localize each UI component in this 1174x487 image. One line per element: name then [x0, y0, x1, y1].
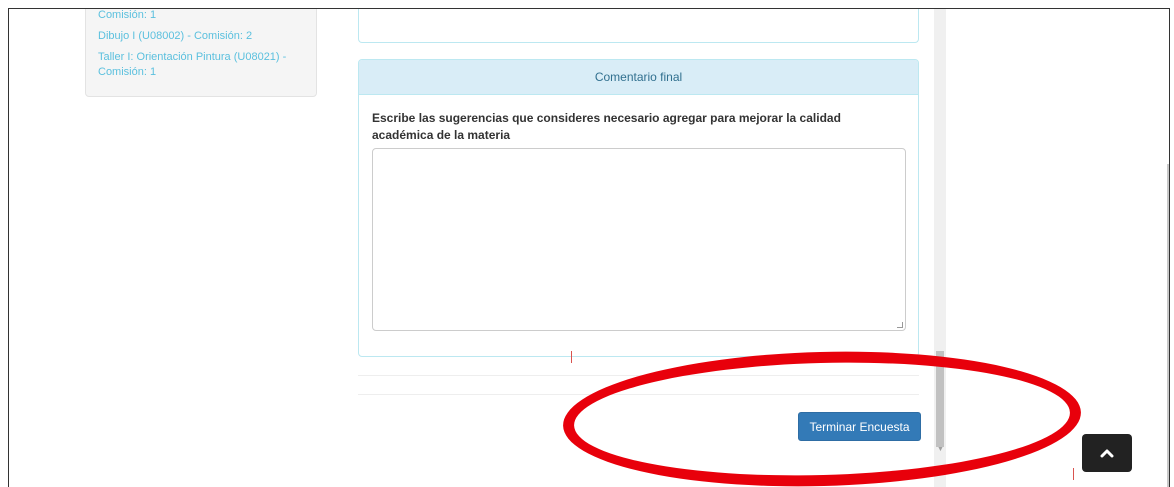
- scroll-down-arrow-icon[interactable]: ▼: [937, 446, 944, 453]
- sidebar-course-link[interactable]: Comisión: 1: [98, 9, 304, 23]
- scrollbar-thumb[interactable]: [936, 351, 944, 447]
- annotation-mark: [571, 351, 572, 363]
- comment-question-label: Escribe las sugerencias que consideres n…: [372, 111, 841, 142]
- back-to-top-button[interactable]: [1082, 434, 1132, 472]
- previous-question-panel: No: [358, 9, 919, 43]
- sidebar-course-link[interactable]: Comisión: 1: [98, 65, 304, 80]
- page-frame: Comisión: 1 Dibujo I (U08002) - Comisión…: [8, 8, 1170, 487]
- panel-heading: Comentario final: [359, 60, 918, 95]
- annotation-mark: [1073, 468, 1074, 480]
- chevron-up-icon: [1100, 449, 1114, 458]
- page-scrollbar[interactable]: [1167, 164, 1169, 487]
- comment-textarea[interactable]: [372, 148, 906, 331]
- divider: [358, 375, 919, 395]
- final-comment-panel: Comentario final Escribe las sugerencias…: [358, 59, 919, 357]
- inner-scrollbar[interactable]: ▼: [934, 9, 946, 487]
- resize-grip-icon[interactable]: [897, 322, 903, 328]
- sidebar-course-link[interactable]: Taller I: Orientación Pintura (U08021) -: [98, 50, 304, 65]
- finish-survey-button[interactable]: Terminar Encuesta: [798, 412, 921, 441]
- courses-sidebar: Comisión: 1 Dibujo I (U08002) - Comisión…: [85, 9, 317, 97]
- sidebar-course-link[interactable]: Dibujo I (U08002) - Comisión: 2: [98, 29, 304, 44]
